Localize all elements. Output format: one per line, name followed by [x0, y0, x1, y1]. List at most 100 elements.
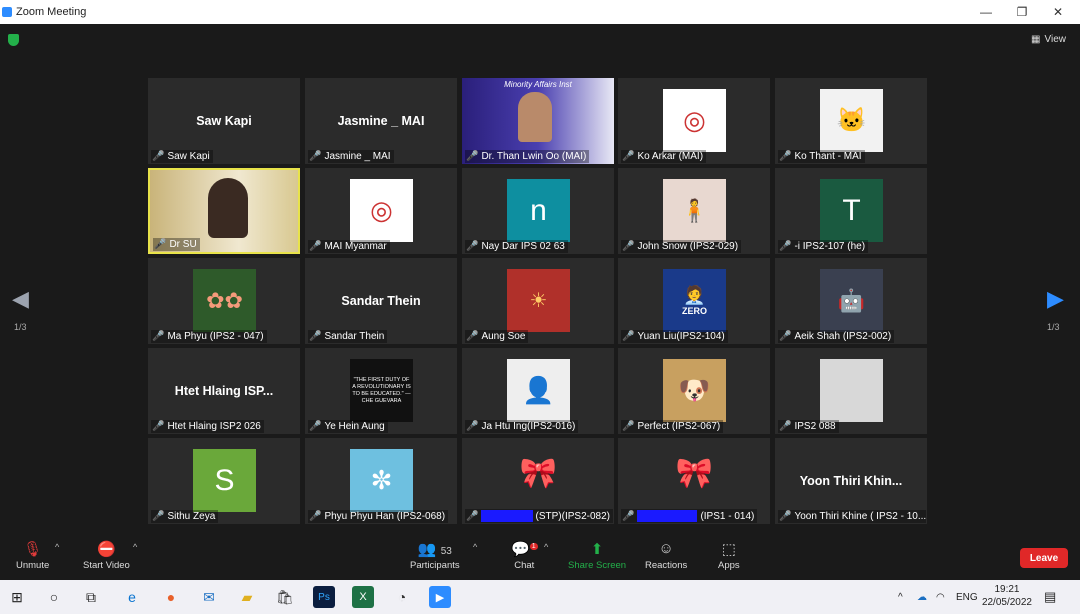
participant-tile[interactable]: n 🎤 Nay Dar IPS 02 63 [462, 168, 614, 254]
wifi-icon[interactable]: ◠ [936, 580, 945, 614]
share-screen-button[interactable]: ⬆ Share Screen [568, 540, 626, 571]
muted-mic-icon: 🎤 [779, 241, 792, 252]
participant-tile[interactable]: ◎ 🎤 MAI Myanmar [305, 168, 457, 254]
leave-button[interactable]: Leave [1020, 548, 1068, 568]
prev-page-arrow-icon[interactable]: ◀ [12, 286, 29, 312]
window-titlebar: Zoom Meeting — ❐ ✕ [0, 0, 1080, 24]
muted-mic-icon: 🎤 [779, 331, 792, 342]
notifications-icon[interactable]: ▤ [1044, 580, 1056, 614]
apps-icon: ⬚ [721, 541, 736, 558]
muted-mic-icon: 🎤 [309, 421, 322, 432]
participant-tile[interactable]: 🎤 IPS2 088 [775, 348, 927, 434]
reactions-icon: ☺ [658, 540, 674, 557]
store-icon[interactable]: 🛍 [274, 586, 296, 608]
video-options-caret-icon[interactable]: ^ [133, 542, 137, 552]
participant-tile[interactable]: 🎀 🎤 (STP)(IPS2-082) [462, 438, 614, 524]
next-page-arrow-icon[interactable]: ▶ [1047, 286, 1064, 312]
search-icon[interactable]: ○ [43, 586, 65, 608]
participant-tile[interactable]: Minority Affairs Inst 🎤 Dr. Than Lwin Oo (… [462, 78, 614, 164]
participant-avatar: 🎀 [675, 457, 714, 490]
participant-name-label: 🎤 -i IPS2-107 (he) [778, 240, 869, 253]
participant-tile[interactable]: 🎀 🎤 (IPS1 - 014) [618, 438, 770, 524]
shared-slide-title: Minority Affairs Inst [504, 80, 572, 89]
muted-mic-icon: 🎤 [622, 421, 635, 432]
participant-name: (STP)(IPS2-082) [535, 510, 610, 522]
participant-tile[interactable]: 🐶 🎤 Perfect (IPS2-067) [618, 348, 770, 434]
participant-tile[interactable]: ☀ 🎤 Aung Soe [462, 258, 614, 344]
participant-tile[interactable]: 🧍 🎤 John Snow (IPS2-029) [618, 168, 770, 254]
apps-button[interactable]: ⬚ Apps [718, 540, 740, 571]
start-video-label: Start Video [83, 560, 130, 571]
participant-tile[interactable]: 🎤 Dr SU [148, 168, 300, 254]
participants-button[interactable]: 👥 53 Participants [410, 540, 460, 571]
view-button[interactable]: ▦ View [1031, 34, 1066, 45]
participant-tile[interactable]: "THE FIRST DUTY OF A REVOLUTIONARY IS TO… [305, 348, 457, 434]
muted-mic-icon: 🎤 [622, 151, 635, 162]
participant-tile[interactable]: 🤖 🎤 Aeik Shah (IPS2-002) [775, 258, 927, 344]
minimize-button[interactable]: — [968, 0, 1004, 24]
onedrive-icon[interactable]: ☁ [917, 580, 927, 614]
muted-mic-icon: 🎤 [152, 511, 165, 522]
audio-options-caret-icon[interactable]: ^ [55, 542, 59, 552]
task-view-icon[interactable]: ⧉ [80, 586, 102, 608]
zoom-taskbar-icon[interactable]: ▶ [429, 586, 451, 608]
participant-tile[interactable]: 👤 🎤 Ja Htu Ing(IPS2-016) [462, 348, 614, 434]
unmute-button[interactable]: 🎙 Unmute [16, 540, 49, 571]
app-icon[interactable]: ◔ [391, 586, 413, 608]
muted-mic-icon: 🎤 [154, 239, 167, 250]
chat-icon: 💬 1 [511, 541, 538, 558]
participant-name-label: 🎤 Ma Phyu (IPS2 - 047) [151, 330, 267, 343]
muted-mic-icon: 🎤 [466, 151, 479, 162]
muted-mic-icon: 🎤 [466, 510, 479, 522]
windows-start-icon[interactable]: ⊞ [6, 586, 28, 608]
participant-avatar [820, 359, 883, 422]
start-video-button[interactable]: ⛔ Start Video [83, 540, 130, 571]
security-shield-icon[interactable] [8, 34, 19, 46]
file-explorer-icon[interactable]: ▰ [236, 586, 258, 608]
participant-tile[interactable]: T 🎤 -i IPS2-107 (he) [775, 168, 927, 254]
muted-mic-icon: 🎤 [309, 241, 322, 252]
muted-mic-icon: 🎤 [779, 421, 792, 432]
chat-button[interactable]: 💬 1 Chat [511, 540, 538, 571]
participant-name-label: 🎤 (IPS1 - 014) [621, 509, 758, 523]
participant-display-name: Sandar Thein [341, 294, 421, 308]
photoshop-icon[interactable]: Ps [313, 586, 335, 608]
reactions-button[interactable]: ☺ Reactions [645, 540, 687, 571]
participant-tile[interactable]: ◎ 🎤 Ko Arkar (MAI) [618, 78, 770, 164]
close-button[interactable]: ✕ [1040, 0, 1076, 24]
participant-tile[interactable]: ✿✿ 🎤 Ma Phyu (IPS2 - 047) [148, 258, 300, 344]
participant-name-label: 🎤 Perfect (IPS2-067) [621, 420, 724, 433]
participant-avatar: ✼ [350, 449, 413, 512]
mail-icon[interactable]: ✉ [198, 586, 220, 608]
participant-name: Sithu Zeya [167, 511, 216, 522]
chat-caret-icon[interactable]: ^ [544, 542, 548, 552]
participant-tile[interactable]: Saw Kapi 🎤 Saw Kapi [148, 78, 300, 164]
maximize-button[interactable]: ❐ [1004, 0, 1040, 24]
participant-tile[interactable]: Htet Hlaing ISP... 🎤 Htet Hlaing ISP2 026 [148, 348, 300, 434]
taskbar-clock[interactable]: 19:21 22/05/2022 [982, 583, 1032, 609]
participant-tile[interactable]: 🧑‍💼 ZERO 🎤 Yuan Liu(IPS2-104) [618, 258, 770, 344]
participant-display-name: Htet Hlaing ISP... [174, 384, 274, 398]
participant-tile[interactable]: Sandar Thein 🎤 Sandar Thein [305, 258, 457, 344]
participant-name-label: 🎤 Yoon Thiri Khine ( IPS2 - 10... [778, 510, 926, 523]
muted-mic-icon: 🎤 [622, 510, 635, 522]
participant-avatar: "THE FIRST DUTY OF A REVOLUTIONARY IS TO… [350, 359, 413, 422]
participant-avatar: T [820, 179, 883, 242]
reactions-label: Reactions [645, 560, 688, 571]
tray-expand-icon[interactable]: ^ [898, 580, 903, 614]
language-indicator[interactable]: ENG [956, 580, 978, 614]
participant-tile[interactable]: 🐱 🎤 Ko Thant - MAI [775, 78, 927, 164]
participant-name: Aeik Shah (IPS2-002) [794, 331, 892, 342]
participant-name-label: 🎤 Dr SU [153, 238, 200, 251]
participant-name-label: 🎤 Phyu Phyu Han (IPS2-068) [308, 510, 449, 523]
participant-name: Htet Hlaing ISP2 026 [167, 421, 261, 432]
firefox-icon[interactable]: ● [160, 586, 182, 608]
avatar-initial: S [214, 463, 235, 497]
participant-tile[interactable]: S 🎤 Sithu Zeya [148, 438, 300, 524]
participant-tile[interactable]: Yoon Thiri Khin... 🎤 Yoon Thiri Khine ( IP… [775, 438, 927, 524]
edge-browser-icon[interactable]: e [121, 586, 143, 608]
participant-tile[interactable]: Jasmine _ MAI 🎤 Jasmine _ MAI [305, 78, 457, 164]
participants-caret-icon[interactable]: ^ [473, 542, 477, 552]
participant-tile[interactable]: ✼ 🎤 Phyu Phyu Han (IPS2-068) [305, 438, 457, 524]
excel-icon[interactable]: X [352, 586, 374, 608]
